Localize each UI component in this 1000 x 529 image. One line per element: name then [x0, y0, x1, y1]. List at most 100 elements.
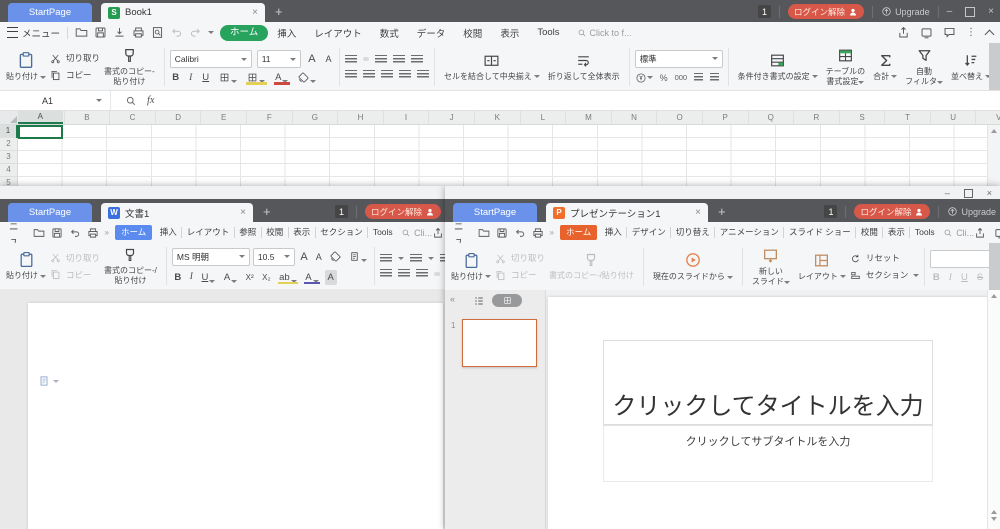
slide-vertical-scrollbar[interactable] — [987, 290, 1000, 529]
italic-button[interactable]: I — [946, 273, 954, 283]
copy-button[interactable]: コピー — [50, 269, 100, 281]
superscript-button[interactable]: X² — [243, 273, 256, 282]
new-tab-button[interactable]: + — [275, 4, 283, 19]
column-header[interactable]: C — [110, 111, 156, 124]
scroll-up-icon[interactable] — [991, 294, 997, 298]
ribbon-tab[interactable]: 数式 — [371, 26, 408, 40]
undo-button[interactable] — [69, 227, 81, 239]
column-header[interactable]: N — [612, 111, 658, 124]
ribbon-tab[interactable]: 校閲 — [262, 227, 289, 238]
strikethrough-button[interactable]: S — [974, 272, 985, 283]
ribbon-tab[interactable]: セクション — [316, 227, 369, 238]
increase-indent-icon[interactable] — [411, 55, 423, 64]
thumbnail-view-toggle[interactable] — [492, 294, 522, 307]
column-header[interactable]: J — [429, 111, 475, 124]
paste-button[interactable]: 貼り付け — [447, 252, 495, 281]
tab-startpage[interactable]: StartPage — [8, 3, 92, 22]
cell-name-box[interactable]: A1 — [0, 91, 111, 110]
underline-button[interactable]: U — [958, 272, 970, 283]
font-color-button[interactable]: A — [303, 272, 321, 283]
increase-decimal-icon[interactable] — [694, 73, 703, 82]
sort-button[interactable]: 並べ替え — [947, 52, 995, 81]
column-header[interactable]: M — [566, 111, 612, 124]
reset-slide-button[interactable]: リセット — [850, 252, 920, 264]
ribbon-tab[interactable]: スライド ショー — [784, 227, 856, 238]
ribbon-tab[interactable]: ホーム — [560, 225, 597, 240]
notification-badge[interactable]: 1 — [824, 205, 837, 218]
restore-button[interactable] — [965, 7, 975, 17]
share-icon[interactable] — [897, 26, 910, 39]
decrease-decimal-icon[interactable] — [710, 73, 719, 82]
next-slide-icon[interactable] — [991, 517, 997, 521]
column-header[interactable]: V — [976, 111, 1000, 124]
play-from-current-button[interactable]: 現在のスライドから — [649, 251, 737, 281]
column-header[interactable]: F — [247, 111, 293, 124]
row-header[interactable]: 2 — [0, 138, 18, 151]
decrease-indent-icon[interactable] — [393, 55, 405, 64]
column-header[interactable]: O — [657, 111, 703, 124]
command-search[interactable]: Cli... — [401, 228, 432, 238]
number-format-select[interactable]: 標準 — [635, 50, 723, 68]
slide-thumbnail[interactable] — [462, 319, 537, 367]
cut-button[interactable]: 切り取り — [495, 252, 545, 264]
copy-button[interactable]: コピー — [495, 269, 545, 281]
tab-startpage[interactable]: StartPage — [8, 203, 92, 222]
column-header[interactable]: G — [293, 111, 339, 124]
upgrade-button[interactable]: Upgrade — [881, 6, 930, 17]
export-button[interactable] — [113, 26, 126, 39]
bold-button[interactable]: B — [172, 272, 184, 283]
insert-function-icon[interactable] — [125, 95, 137, 107]
ribbon-tab[interactable]: 切り替え — [671, 227, 715, 238]
print-preview-button[interactable] — [151, 26, 164, 39]
menu-button[interactable]: メニュー — [22, 26, 60, 40]
active-cell-a1[interactable] — [18, 125, 63, 139]
notification-badge[interactable]: 1 — [758, 5, 771, 18]
distribute-icon[interactable] — [417, 70, 429, 79]
column-header[interactable]: D — [156, 111, 202, 124]
tab-presentation1[interactable]: P プレゼンテーション1 × — [546, 203, 708, 222]
ribbon-tab[interactable]: ホーム — [115, 225, 152, 240]
ribbon-tab[interactable]: 挿入 — [600, 227, 627, 238]
autofilter-button[interactable]: 自動フィルタ — [901, 47, 947, 86]
share-icon[interactable] — [432, 227, 444, 239]
subtitle-placeholder[interactable]: クリックしてサブタイトルを入力 — [603, 425, 933, 482]
shrink-font-button[interactable]: A — [313, 252, 324, 262]
column-header[interactable]: P — [703, 111, 749, 124]
ribbon-tab[interactable]: 校閲 — [856, 227, 883, 238]
ribbon-tab[interactable]: Tools — [528, 27, 568, 38]
underline-button[interactable]: U — [199, 272, 218, 283]
save-button[interactable] — [51, 227, 63, 239]
save-button[interactable] — [496, 227, 508, 239]
column-header[interactable]: B — [65, 111, 111, 124]
minimize-button[interactable]: – — [945, 188, 950, 198]
selected-row-header[interactable]: 1 — [0, 125, 18, 138]
column-header[interactable]: H — [338, 111, 384, 124]
ribbon-tab[interactable]: 表示 — [289, 227, 316, 238]
section-button[interactable]: セクション — [850, 269, 920, 281]
ribbon-tab[interactable]: レイアウト — [182, 227, 235, 238]
font-name-select[interactable]: MS 明朝 — [172, 248, 250, 266]
ribbon-tab[interactable]: 校閲 — [454, 26, 491, 40]
align-right-icon[interactable] — [381, 70, 393, 79]
clear-format-button[interactable] — [296, 72, 319, 83]
ribbon-tab[interactable]: データ — [408, 26, 455, 40]
selected-column-header[interactable]: A — [18, 111, 63, 124]
quickbar-dropdown-icon[interactable] — [208, 31, 214, 34]
select-all-corner[interactable] — [0, 111, 19, 124]
close-tab-icon[interactable]: × — [240, 207, 246, 218]
notification-badge[interactable]: 1 — [335, 205, 348, 218]
percent-format-button[interactable]: % — [660, 73, 668, 83]
align-left-icon[interactable] — [380, 269, 392, 278]
column-header[interactable]: L — [521, 111, 567, 124]
ribbon-tab[interactable]: ホーム — [220, 25, 268, 41]
align-right-icon[interactable] — [416, 269, 428, 278]
ribbon-tab[interactable]: 挿入 — [155, 227, 182, 238]
comment-icon[interactable] — [943, 26, 956, 39]
char-shading-button[interactable]: A — [325, 270, 337, 285]
column-header[interactable]: K — [475, 111, 521, 124]
logout-button[interactable]: ログイン解除 — [854, 204, 930, 219]
redo-button[interactable] — [189, 26, 202, 39]
sheet-vertical-scrollbar[interactable] — [987, 125, 1000, 191]
tab-startpage[interactable]: StartPage — [453, 203, 537, 222]
title-placeholder[interactable]: クリックしてタイトルを入力 — [603, 340, 933, 425]
